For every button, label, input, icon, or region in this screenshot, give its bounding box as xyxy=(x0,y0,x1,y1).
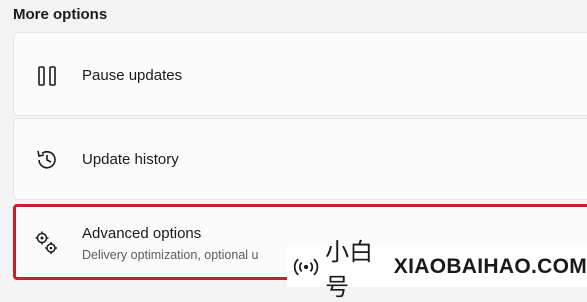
advanced-options-label: Advanced options xyxy=(82,225,202,242)
watermark-url: XIAOBAIHAO.COM xyxy=(393,255,587,278)
pause-icon xyxy=(38,66,56,86)
history-icon xyxy=(37,150,56,169)
update-history-label: Update history xyxy=(82,151,179,168)
gears-icon xyxy=(35,231,57,254)
watermark-banner: 小白号 XIAOBAIHAO.COM xyxy=(287,238,587,301)
watermark-brand: 小白号 xyxy=(325,238,374,301)
section-title: More options xyxy=(13,6,108,23)
pause-updates-card[interactable]: Pause updates xyxy=(13,32,587,116)
update-history-card[interactable]: Update history xyxy=(13,118,587,200)
pause-updates-label: Pause updates xyxy=(82,67,183,84)
broadcast-icon xyxy=(293,258,319,276)
advanced-options-description: Delivery optimization, optional u xyxy=(82,248,259,262)
